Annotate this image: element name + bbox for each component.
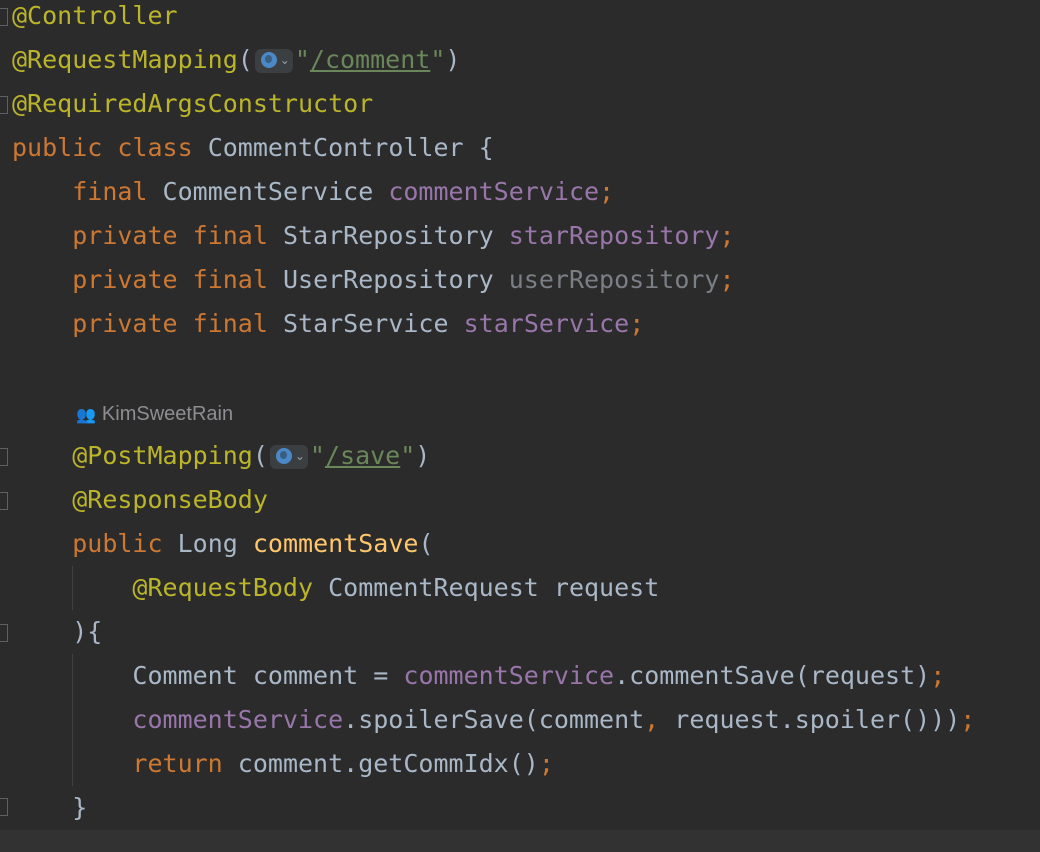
keyword: final: [192, 265, 268, 294]
code-line-7: private final UserRepository userReposit…: [72, 265, 735, 294]
code-line-12: @RequestBody CommentRequest request: [12, 566, 659, 610]
method-call: .spoilerSave(comment: [343, 705, 645, 734]
variable-name: comment: [252, 661, 359, 690]
annotation: @RequestBody: [132, 573, 314, 602]
people-icon: 👥: [76, 405, 96, 424]
url-path-link[interactable]: /save: [325, 441, 400, 470]
class-name: CommentController: [207, 133, 464, 162]
method-call: comment.getCommIdx(): [237, 749, 539, 778]
method-name: commentSave: [252, 529, 419, 558]
current-line-highlight: [0, 830, 1040, 852]
field-name: starRepository: [508, 221, 720, 250]
code-line-8: private final StarService starService;: [72, 309, 645, 338]
annotation: @PostMapping: [72, 441, 253, 470]
annotation: @RequiredArgsConstructor: [12, 89, 374, 118]
type-name: CommentRequest: [328, 573, 539, 602]
keyword: public: [12, 133, 103, 162]
field-name: commentService: [132, 705, 344, 734]
globe-icon[interactable]: ⌄: [254, 49, 293, 73]
code-line-3: @RequiredArgsConstructor: [12, 82, 373, 126]
code-line-1: @Controller: [12, 0, 178, 38]
keyword: class: [117, 133, 193, 162]
globe-icon[interactable]: ⌄: [269, 445, 308, 469]
type-name: Comment: [132, 661, 238, 690]
brace: {: [478, 133, 494, 162]
parameter-name: request: [553, 573, 660, 602]
annotation: @ResponseBody: [72, 485, 268, 514]
type-name: StarRepository: [282, 221, 494, 250]
keyword: final: [192, 309, 268, 338]
keyword: return: [132, 749, 223, 778]
code-line-13: ){: [12, 610, 102, 654]
author-hint[interactable]: 👥 KimSweetRain: [76, 394, 233, 434]
author-name: KimSweetRain: [101, 403, 234, 425]
type-name: UserRepository: [282, 265, 494, 294]
code-line-17: }: [12, 786, 87, 830]
unused-field-name: userRepository: [508, 265, 720, 294]
keyword: private: [72, 309, 178, 338]
code-line-14: Comment comment = commentService.comment…: [132, 661, 946, 690]
keyword: public: [72, 529, 163, 558]
method-call: .commentSave(request): [614, 661, 931, 690]
field-name: commentService: [403, 661, 615, 690]
fold-marker[interactable]: [0, 492, 8, 510]
code-line-2: @RequestMapping(⌄ "/comment"): [12, 45, 461, 74]
fold-marker[interactable]: [0, 624, 8, 642]
code-line-5: final CommentService commentService;: [72, 177, 615, 206]
code-line-15: commentService.spoilerSave(comment, requ…: [132, 705, 976, 734]
fold-marker[interactable]: [0, 8, 8, 26]
keyword: final: [192, 221, 268, 250]
field-name: commentService: [388, 177, 600, 206]
code-line-9: @PostMapping(⌄ "/save"): [72, 441, 431, 470]
code-line-10: @ResponseBody: [12, 478, 268, 522]
code-editor[interactable]: @Controller @RequestMapping(⌄ "/comment")…: [0, 0, 1040, 852]
field-name: starService: [463, 309, 630, 338]
fold-marker[interactable]: [0, 798, 8, 816]
type-name: StarService: [282, 309, 449, 338]
annotation: @RequestMapping: [12, 45, 238, 74]
url-path-link[interactable]: /comment: [310, 45, 430, 74]
code-line-4: public class CommentController {: [12, 126, 494, 170]
type-name: CommentService: [162, 177, 374, 206]
code-line-6: private final StarRepository starReposit…: [72, 221, 735, 250]
keyword: private: [72, 265, 178, 294]
annotation: @Controller: [12, 1, 178, 30]
keyword: final: [72, 177, 148, 206]
paren-brace: ){: [72, 617, 103, 646]
fold-marker[interactable]: [0, 448, 8, 466]
code-line-16: return comment.getCommIdx();: [132, 749, 554, 778]
fold-marker[interactable]: [0, 96, 8, 114]
type-name: Long: [177, 529, 238, 558]
keyword: private: [72, 221, 178, 250]
method-call-args: request.spoiler()): [659, 705, 946, 734]
closing-brace: }: [72, 793, 88, 822]
code-line-11: public Long commentSave(: [72, 529, 434, 558]
